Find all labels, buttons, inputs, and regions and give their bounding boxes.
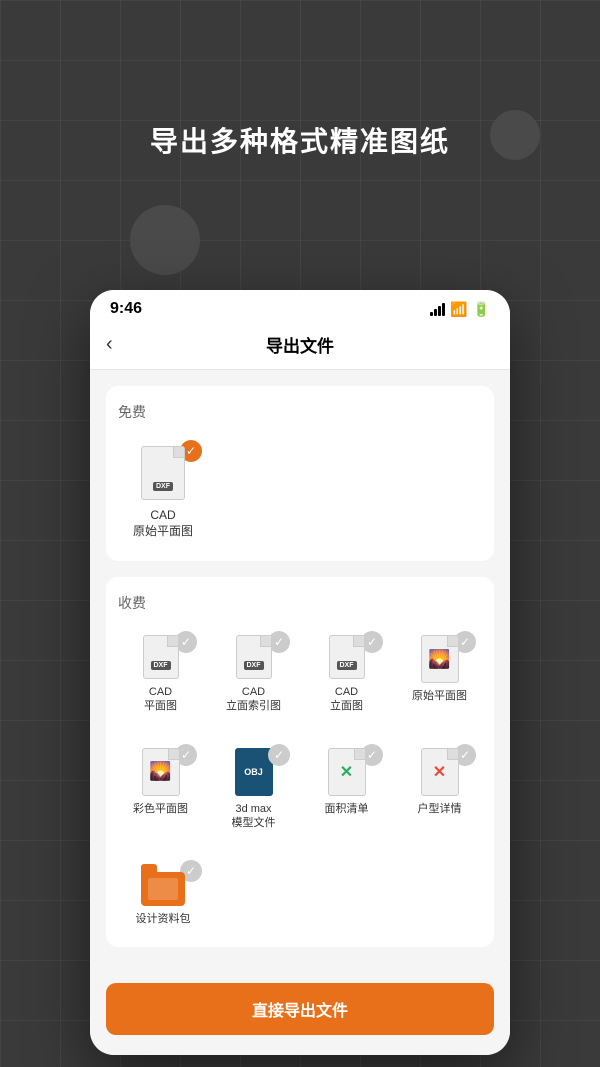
wifi-icon: 📶 <box>450 301 467 318</box>
file-name-area-list: 面积清单 <box>325 802 369 816</box>
file-item-cad-facade[interactable]: ✓ DXF CAD立面图 <box>304 625 389 722</box>
status-bar: 9:46 📶 🔋 <box>90 290 510 324</box>
page-title: 导出多种格式精准图纸 <box>0 120 600 160</box>
file-name-3dmax: 3d max模型文件 <box>232 802 276 831</box>
file-item-original-plan[interactable]: ✓ 🌄 原始平面图 <box>397 625 482 722</box>
bg-decoration-1 <box>130 205 200 275</box>
dxf-label: DXF <box>244 661 264 670</box>
file-name-color-plan: 彩色平面图 <box>133 802 188 816</box>
back-button[interactable]: ‹ <box>106 333 113 356</box>
file-item-area-list[interactable]: ✓ ✕ 面积清单 <box>304 738 389 839</box>
check-inactive: ✓ <box>268 744 290 766</box>
free-label: 免费 <box>118 402 482 422</box>
excel-red-icon: ✕ <box>433 762 446 782</box>
paid-row-1: ✓ DXF CAD平面图 ✓ DXF CAD立面索引图 ✓ <box>118 625 482 722</box>
dxf-label: DXF <box>151 661 171 670</box>
nav-title: 导出文件 <box>266 332 334 357</box>
file-name-cad-plan: CAD平面图 <box>144 685 177 714</box>
bottom-section: 直接导出文件 <box>90 971 510 1055</box>
dxf-label: DXF <box>153 482 173 491</box>
obj-label: OBJ <box>244 767 263 777</box>
image-icon: 🌄 <box>149 761 171 782</box>
file-name-design-pack: 设计资料包 <box>136 912 191 926</box>
paid-section: 收费 ✓ DXF CAD平面图 ✓ DXF CAD立面索引图 <box>106 577 494 946</box>
nav-bar: ‹ 导出文件 <box>90 324 510 370</box>
file-item-design-pack[interactable]: ✓ 设计资料包 <box>118 854 208 934</box>
file-item-cad-plan[interactable]: ✓ DXF CAD平面图 <box>118 625 203 722</box>
file-name-original-plan: 原始平面图 <box>412 689 467 703</box>
export-button[interactable]: 直接导出文件 <box>106 983 494 1035</box>
file-item-unit-detail[interactable]: ✓ ✕ 户型详情 <box>397 738 482 839</box>
status-icons: 📶 🔋 <box>430 301 490 318</box>
image-icon: 🌄 <box>428 649 450 670</box>
dxf-label: DXF <box>337 661 357 670</box>
status-time: 9:46 <box>110 300 142 318</box>
paid-label: 收费 <box>118 593 482 613</box>
free-items: ✓ DXF CAD原始平面图 <box>118 434 482 549</box>
battery-icon: 🔋 <box>473 301 490 318</box>
dxf-icon-original: DXF <box>141 446 185 500</box>
folder-icon <box>141 864 185 906</box>
file-item-color-plan[interactable]: ✓ 🌄 彩色平面图 <box>118 738 203 839</box>
file-name-cad-facade: CAD立面图 <box>330 685 363 714</box>
excel-green-icon: ✕ <box>340 762 353 782</box>
phone-card: 9:46 📶 🔋 ‹ 导出文件 免费 ✓ <box>90 290 510 1055</box>
file-item-3dmax[interactable]: ✓ OBJ 3d max模型文件 <box>211 738 296 839</box>
file-name-cad-original: CAD原始平面图 <box>133 508 193 539</box>
signal-icon <box>430 302 445 316</box>
paid-row-3: ✓ 设计资料包 <box>118 854 482 934</box>
file-name-unit-detail: 户型详情 <box>418 802 462 816</box>
file-name-cad-facade-index: CAD立面索引图 <box>226 685 281 714</box>
content-area: 免费 ✓ DXF CAD原始平面图 收费 <box>90 370 510 971</box>
free-section: 免费 ✓ DXF CAD原始平面图 <box>106 386 494 561</box>
file-item-cad-facade-index[interactable]: ✓ DXF CAD立面索引图 <box>211 625 296 722</box>
file-item-cad-original[interactable]: ✓ DXF CAD原始平面图 <box>118 434 208 549</box>
paid-row-2: ✓ 🌄 彩色平面图 ✓ OBJ 3d max模型文件 ✓ <box>118 738 482 839</box>
